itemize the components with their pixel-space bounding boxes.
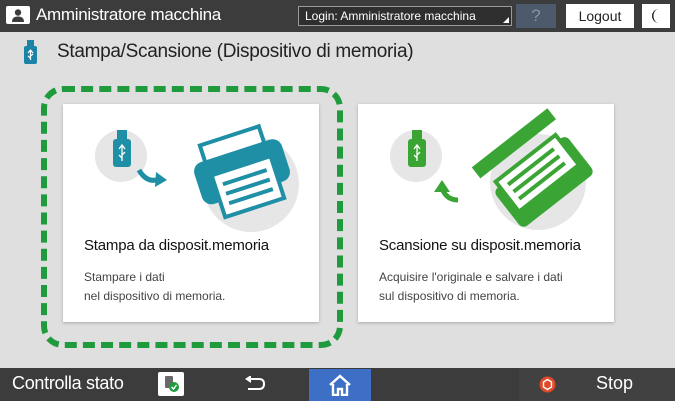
device-status-icon (165, 376, 179, 392)
page-header: Stampa/Scansione (Dispositivo di memoria… (24, 38, 414, 66)
help-label: ? (531, 6, 541, 25)
card-description-line: nel dispositivo di memoria. (84, 289, 226, 303)
user-indicator: Amministratore macchina (6, 4, 221, 26)
logout-label: Logout (578, 8, 622, 24)
card-title: Stampa da disposit.memoria (84, 237, 269, 254)
moon-icon (652, 9, 659, 23)
card-description-line: Acquisire l'originale e salvare i dati (379, 270, 563, 284)
check-status-button[interactable]: Controlla stato (12, 373, 124, 394)
print-from-memory-card[interactable]: Stampa da disposit.memoria Stampare i da… (63, 104, 319, 322)
card-description: Stampare i dati nel dispositivo di memor… (84, 268, 225, 306)
login-status-text: Login: Amministratore macchina (305, 9, 476, 23)
energy-saver-button[interactable] (642, 4, 670, 28)
back-arrow-icon (245, 376, 266, 390)
expand-corner-icon (503, 17, 509, 23)
card-description-line: sul dispositivo di memoria. (379, 289, 520, 303)
stop-button[interactable]: Stop (519, 368, 675, 401)
stop-label: Stop (596, 373, 634, 393)
home-icon (329, 374, 351, 396)
back-button[interactable] (238, 372, 272, 396)
card-description-line: Stampare i dati (84, 270, 165, 284)
logout-button[interactable]: Logout (566, 4, 634, 28)
card-description: Acquisire l'originale e salvare i dati s… (379, 268, 563, 306)
printer-from-usb-icon (95, 123, 299, 232)
device-status-button[interactable] (158, 372, 184, 396)
usb-stick-icon (24, 40, 37, 64)
user-icon (6, 6, 30, 24)
login-status-field[interactable]: Login: Amministratore macchina (298, 6, 512, 26)
user-name: Amministratore macchina (36, 5, 221, 24)
bottom-bar: Controlla stato Stop (0, 368, 675, 401)
scanner-to-usb-icon (390, 108, 593, 230)
stop-icon (539, 376, 556, 393)
home-button[interactable] (309, 369, 371, 401)
page-title: Stampa/Scansione (Dispositivo di memoria… (57, 41, 414, 62)
card-title: Scansione su disposit.memoria (379, 237, 581, 254)
top-bar: Amministratore macchina Login: Amministr… (0, 0, 675, 32)
scan-to-memory-card[interactable]: Scansione su disposit.memoria Acquisire … (358, 104, 614, 322)
help-button[interactable]: ? (516, 4, 556, 28)
